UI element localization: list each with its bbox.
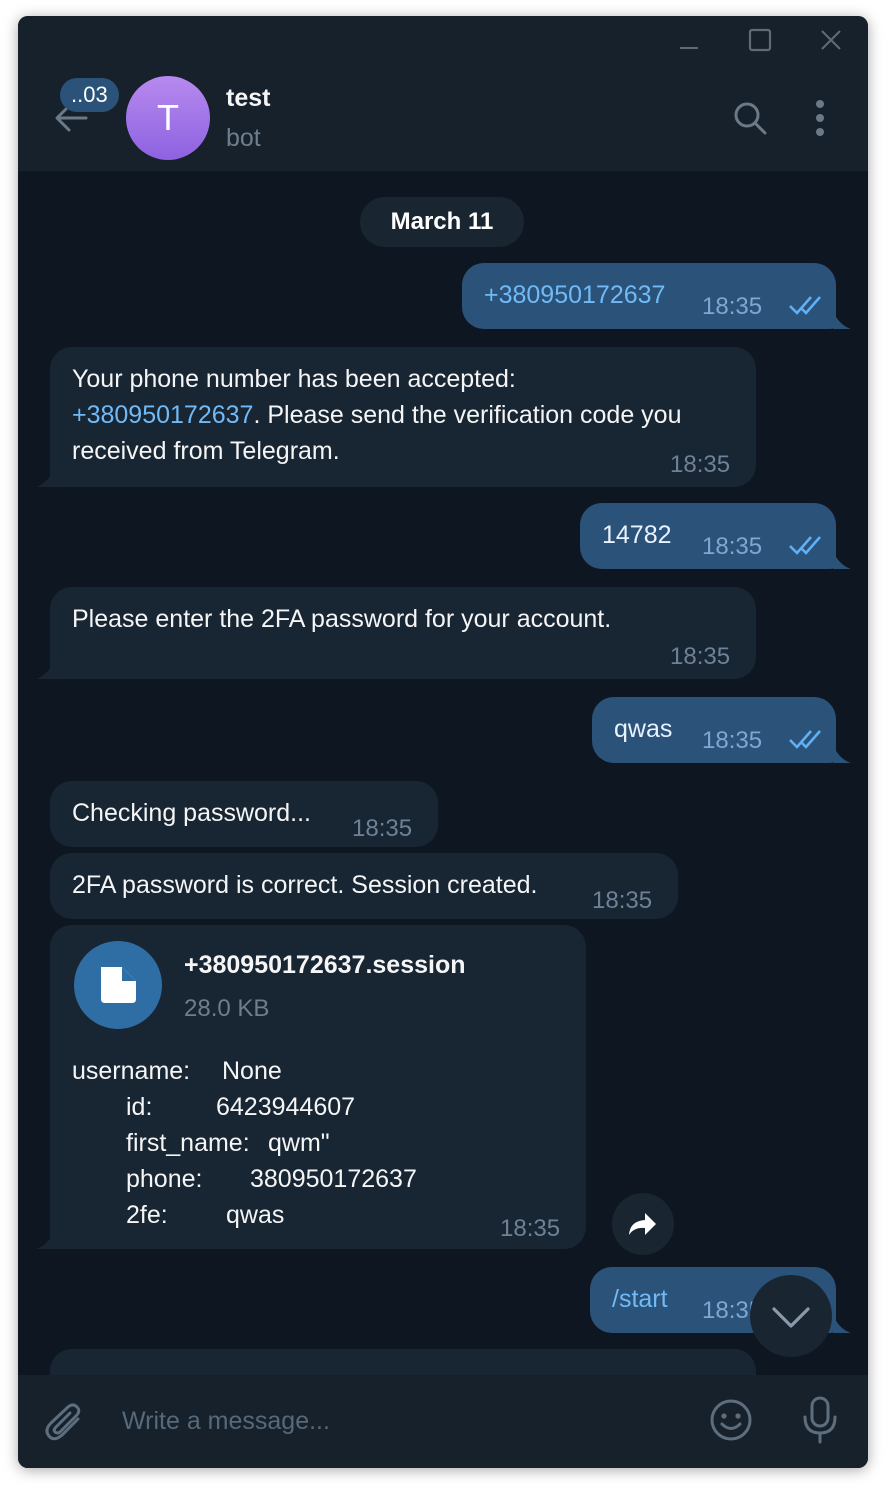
message-text: Your phone number has been accepted: [72,365,516,393]
bubble-tail [833,1315,851,1333]
message-input[interactable] [122,1399,682,1443]
incoming-message[interactable]: Checking password... 18:35 [50,781,438,847]
detail-key-id: id: [126,1093,153,1121]
forward-icon [629,1213,656,1235]
bubble-tail [36,661,54,679]
file-name[interactable]: +380950172637.session [184,947,466,983]
file-message[interactable]: +380950172637.session 28.0 KB username: … [50,925,586,1249]
bubble-tail [833,745,851,763]
avatar[interactable]: T [126,76,210,160]
detail-value-first-name: qwm" [268,1129,330,1157]
message-text: Checking password... [72,799,312,827]
message-list[interactable]: March 11 +380950172637 18:35 Your phone … [18,173,868,1375]
search-icon[interactable] [730,98,770,138]
message-text: . Please send the verification code you [253,401,682,429]
message-text: 2FA password is correct. Session created… [72,871,538,899]
unread-badge[interactable]: ..03 [60,78,119,112]
message-time: 18:35 [702,727,763,754]
telegram-window: ..03 T test bot March 11 +380950172637 1… [18,16,868,1468]
detail-value-id: 6423944607 [216,1093,356,1121]
more-vertical-icon[interactable] [804,98,836,138]
document-icon [101,967,136,1003]
detail-key-first-name: first_name: [126,1129,250,1157]
bubble-tail [36,469,54,487]
chat-title[interactable]: test [226,84,270,113]
incoming-message-partial[interactable] [50,1349,756,1375]
command-link[interactable]: /start [612,1281,668,1317]
minimize-icon[interactable] [673,24,705,56]
outgoing-message[interactable]: qwas 18:35 [592,697,836,763]
detail-value-2fe: qwas [226,1201,285,1229]
message-time: 18:35 [352,815,413,842]
file-size: 28.0 KB [184,995,270,1022]
bubble-tail [833,311,851,329]
date-separator: March 11 [360,197,524,247]
incoming-message[interactable]: 2FA password is correct. Session created… [50,853,678,919]
close-icon[interactable] [815,24,847,56]
detail-value-phone: 380950172637 [250,1165,417,1193]
double-check-icon [789,536,821,555]
message-text[interactable]: 14782 [602,517,672,553]
double-check-icon [789,296,821,315]
detail-value-username: None [222,1057,282,1085]
message-text-line: +380950172637. Please send the verificat… [72,397,682,433]
detail-key-username: username: [72,1057,191,1085]
message-text: Please enter the 2FA password for your a… [72,605,612,633]
outgoing-message[interactable]: 14782 18:35 [580,503,836,569]
message-time: 18:35 [500,1215,561,1242]
incoming-message[interactable]: Your phone number has been accepted: +38… [50,347,756,487]
detail-key-phone: phone: [126,1165,203,1193]
emoji-icon[interactable] [708,1397,754,1443]
phone-link[interactable]: +380950172637 [72,401,253,429]
bubble-tail [36,1231,54,1249]
incoming-message[interactable]: Please enter the 2FA password for your a… [50,587,756,679]
maximize-icon[interactable] [744,24,776,56]
outgoing-message[interactable]: +380950172637 18:35 [462,263,836,329]
forward-button[interactable] [612,1193,674,1255]
paperclip-icon[interactable] [44,1401,88,1445]
microphone-icon[interactable] [798,1395,842,1445]
message-text: received from Telegram. [72,437,340,465]
double-check-icon [789,730,821,749]
chevron-down-icon [772,1307,810,1328]
chat-subtitle: bot [226,124,261,152]
message-time: 18:35 [670,643,731,670]
message-time: 18:35 [592,887,653,914]
message-text[interactable]: +380950172637 [484,277,665,313]
bubble-tail [833,551,851,569]
title-bar [18,16,868,64]
message-time: 18:35 [670,451,731,478]
message-composer [18,1375,868,1468]
message-time: 18:35 [702,293,763,320]
scroll-to-bottom-button[interactable] [750,1275,832,1357]
detail-key-2fe: 2fe: [126,1201,168,1229]
message-text[interactable]: qwas [614,711,672,747]
message-time: 18:35 [702,533,763,560]
file-download-button[interactable] [74,941,162,1029]
chat-header: ..03 T test bot [18,64,868,172]
